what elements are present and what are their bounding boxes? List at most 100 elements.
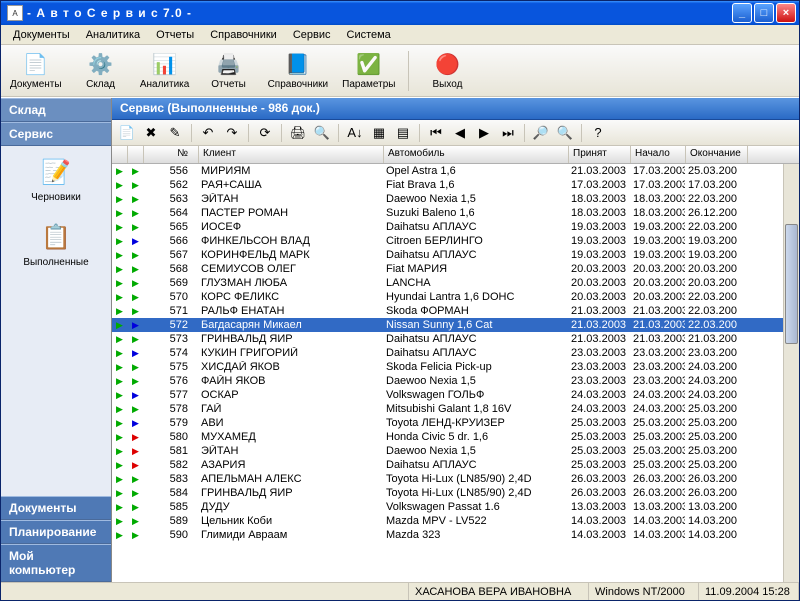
column-header-4[interactable]: Автомобиль <box>384 146 569 163</box>
close-button[interactable]: × <box>776 3 796 23</box>
cell-client: ХИСДАЙ ЯКОВ <box>199 361 384 373</box>
menu-система[interactable]: Система <box>339 27 399 43</box>
table-row[interactable]: ▶▶576ФАЙН ЯКОВDaewoo Nexia 1,523.03.2003… <box>112 374 799 388</box>
table-row[interactable]: ▶▶580МУХАМЕДHonda Civic 5 dr. 1,625.03.2… <box>112 430 799 444</box>
maximize-button[interactable]: □ <box>754 3 774 23</box>
table-row[interactable]: ▶▶556МИРИЯМOpel Astra 1,621.03.200317.03… <box>112 164 799 178</box>
table-row[interactable]: ▶▶579АВИToyota ЛЕНД-КРУИЗЕР25.03.200325.… <box>112 416 799 430</box>
cell-end: 22.03.200 <box>686 305 748 317</box>
cell-num: 565 <box>144 221 199 233</box>
minimize-button[interactable]: _ <box>732 3 752 23</box>
column-header-0[interactable] <box>112 146 128 163</box>
column-header-3[interactable]: Клиент <box>199 146 384 163</box>
minitb-rec-next[interactable]: ▶ <box>473 122 495 144</box>
minitb-rows[interactable]: ▤ <box>392 122 414 144</box>
grid-body[interactable]: ▶▶556МИРИЯМOpel Astra 1,621.03.200317.03… <box>112 164 799 582</box>
toolbar-документы[interactable]: 📄Документы <box>5 47 67 95</box>
cell-accepted: 17.03.2003 <box>569 179 631 191</box>
sidebar-icon: 📝 <box>40 156 72 188</box>
minitb-doc-edit[interactable]: ✎ <box>164 122 186 144</box>
table-row[interactable]: ▶▶562РАЯ+САШАFiat Brava 1,617.03.200317.… <box>112 178 799 192</box>
table-row[interactable]: ▶▶570КОРС ФЕЛИКСHyundai Lantra 1,6 DOHC2… <box>112 290 799 304</box>
column-header-1[interactable] <box>128 146 144 163</box>
sidebar-section-планирование[interactable]: Планирование <box>1 520 111 544</box>
cell-end: 22.03.200 <box>686 291 748 303</box>
table-row[interactable]: ▶▶585ДУДУVolkswagen Passat 1.613.03.2003… <box>112 500 799 514</box>
column-header-2[interactable]: № <box>144 146 199 163</box>
main-toolbar: 📄Документы⚙️Склад📊Аналитика🖨️Отчеты📘Спра… <box>1 45 799 97</box>
sidebar-section-service[interactable]: Сервис <box>1 122 111 146</box>
scrollbar-thumb[interactable] <box>785 224 798 344</box>
table-row[interactable]: ▶▶566ФИНКЕЛЬСОН ВЛАДCitroen БЕРЛИНГО19.0… <box>112 234 799 248</box>
flag1-icon: ▶ <box>112 180 128 191</box>
minitb-nav-prev[interactable]: ↶ <box>197 122 219 144</box>
menu-сервис[interactable]: Сервис <box>285 27 339 43</box>
minitb-rec-prev[interactable]: ◀ <box>449 122 471 144</box>
toolbar-separator <box>281 124 282 142</box>
minitb-rec-first[interactable]: ⏮ <box>425 122 447 144</box>
cell-start: 26.03.2003 <box>631 473 686 485</box>
table-row[interactable]: ▶▶578ГАЙMitsubishi Galant 1,8 16V24.03.2… <box>112 402 799 416</box>
minitb-refresh[interactable]: ⟳ <box>254 122 276 144</box>
table-row[interactable]: ▶▶575ХИСДАЙ ЯКОВSkoda Felicia Pick-up23.… <box>112 360 799 374</box>
cell-car: Daihatsu АПЛАУС <box>384 249 569 261</box>
column-header-5[interactable]: Принят <box>569 146 631 163</box>
minitb-find2[interactable]: 🔍 <box>554 122 576 144</box>
sidebar-section-мой-компьютер[interactable]: Мой компьютер <box>1 544 111 582</box>
table-row[interactable]: ▶▶563ЭЙТАНDaewoo Nexia 1,518.03.200318.0… <box>112 192 799 206</box>
table-row[interactable]: ▶▶565ИОСЕФDaihatsu АПЛАУС19.03.200319.03… <box>112 220 799 234</box>
menu-справочники[interactable]: Справочники <box>202 27 285 43</box>
minitb-cols[interactable]: ▦ <box>368 122 390 144</box>
cell-end: 19.03.200 <box>686 249 748 261</box>
table-row[interactable]: ▶▶582АЗАРИЯDaihatsu АПЛАУС25.03.200325.0… <box>112 458 799 472</box>
minitb-doc-del[interactable]: ✖ <box>140 122 162 144</box>
table-row[interactable]: ▶▶590Глимиди АвраамMazda 32314.03.200314… <box>112 528 799 542</box>
параметры-icon: ✅ <box>356 51 382 77</box>
table-row[interactable]: ▶▶564ПАСТЕР РОМАНSuzuki Baleno 1,618.03.… <box>112 206 799 220</box>
sidebar-section-документы[interactable]: Документы <box>1 496 111 520</box>
toolbar-склад[interactable]: ⚙️Склад <box>71 47 131 95</box>
minitb-rec-last[interactable]: ⏭ <box>497 122 519 144</box>
sidebar-item-выполненные[interactable]: 📋Выполненные <box>23 221 88 268</box>
sidebar-section-sklad[interactable]: Склад <box>1 98 111 122</box>
table-row[interactable]: ▶▶589Цельник КобиMazda MPV - LV52214.03.… <box>112 514 799 528</box>
toolbar-параметры[interactable]: ✅Параметры <box>337 47 400 95</box>
table-row[interactable]: ▶▶573ГРИНВАЛЬД ЯИРDaihatsu АПЛАУС21.03.2… <box>112 332 799 346</box>
minitb-nav-next[interactable]: ↷ <box>221 122 243 144</box>
column-header-7[interactable]: Окончание <box>686 146 748 163</box>
table-row[interactable]: ▶▶572Багдасарян МикаелNissan Sunny 1,6 C… <box>112 318 799 332</box>
table-row[interactable]: ▶▶583АПЕЛЬМАН АЛЕКСToyota Hi-Lux (LN85/9… <box>112 472 799 486</box>
column-header-6[interactable]: Начало <box>631 146 686 163</box>
toolbar-аналитика[interactable]: 📊Аналитика <box>135 47 195 95</box>
cell-end: 24.03.200 <box>686 361 748 373</box>
vertical-scrollbar[interactable] <box>783 164 799 582</box>
cell-car: Fiat Brava 1,6 <box>384 179 569 191</box>
minitb-sort-az[interactable]: A↓ <box>344 122 366 144</box>
table-row[interactable]: ▶▶577ОСКАРVolkswagen ГОЛЬФ24.03.200324.0… <box>112 388 799 402</box>
menu-аналитика[interactable]: Аналитика <box>78 27 148 43</box>
cell-end: 25.03.200 <box>686 431 748 443</box>
table-row[interactable]: ▶▶567КОРИНФЕЛЬД МАРКDaihatsu АПЛАУС19.03… <box>112 248 799 262</box>
table-row[interactable]: ▶▶568СЕМИУСОВ ОЛЕГFiat МАРИЯ20.03.200320… <box>112 262 799 276</box>
minitb-find[interactable]: 🔎 <box>530 122 552 144</box>
minitb-preview[interactable]: 🔍 <box>311 122 333 144</box>
cell-car: Toyota Hi-Lux (LN85/90) 2,4D <box>384 487 569 499</box>
cell-end: 17.03.200 <box>686 179 748 191</box>
minitb-print[interactable]: 🖨 <box>287 122 309 144</box>
cell-start: 20.03.2003 <box>631 277 686 289</box>
toolbar-выход[interactable]: 🔴Выход <box>417 47 477 95</box>
sidebar-item-черновики[interactable]: 📝Черновики <box>31 156 81 203</box>
table-row[interactable]: ▶▶569ГЛУЗМАН ЛЮБАLANCHA20.03.200320.03.2… <box>112 276 799 290</box>
minitb-help[interactable]: ? <box>587 122 609 144</box>
table-row[interactable]: ▶▶584ГРИНВАЛЬД ЯИРToyota Hi-Lux (LN85/90… <box>112 486 799 500</box>
table-row[interactable]: ▶▶574КУКИН ГРИГОРИЙDaihatsu АПЛАУС23.03.… <box>112 346 799 360</box>
table-row[interactable]: ▶▶571РАЛЬФ ЕНАТАНSkoda ФОРМАН21.03.20032… <box>112 304 799 318</box>
menu-документы[interactable]: Документы <box>5 27 78 43</box>
titlebar[interactable]: A - А в т о С е р в и с 7.0 - _ □ × <box>1 1 799 25</box>
cell-end: 13.03.200 <box>686 501 748 513</box>
toolbar-отчеты[interactable]: 🖨️Отчеты <box>199 47 259 95</box>
toolbar-справочники[interactable]: 📘Справочники <box>263 47 334 95</box>
menu-отчеты[interactable]: Отчеты <box>148 27 202 43</box>
minitb-doc-new[interactable]: 📄 <box>116 122 138 144</box>
table-row[interactable]: ▶▶581ЭЙТАНDaewoo Nexia 1,525.03.200325.0… <box>112 444 799 458</box>
